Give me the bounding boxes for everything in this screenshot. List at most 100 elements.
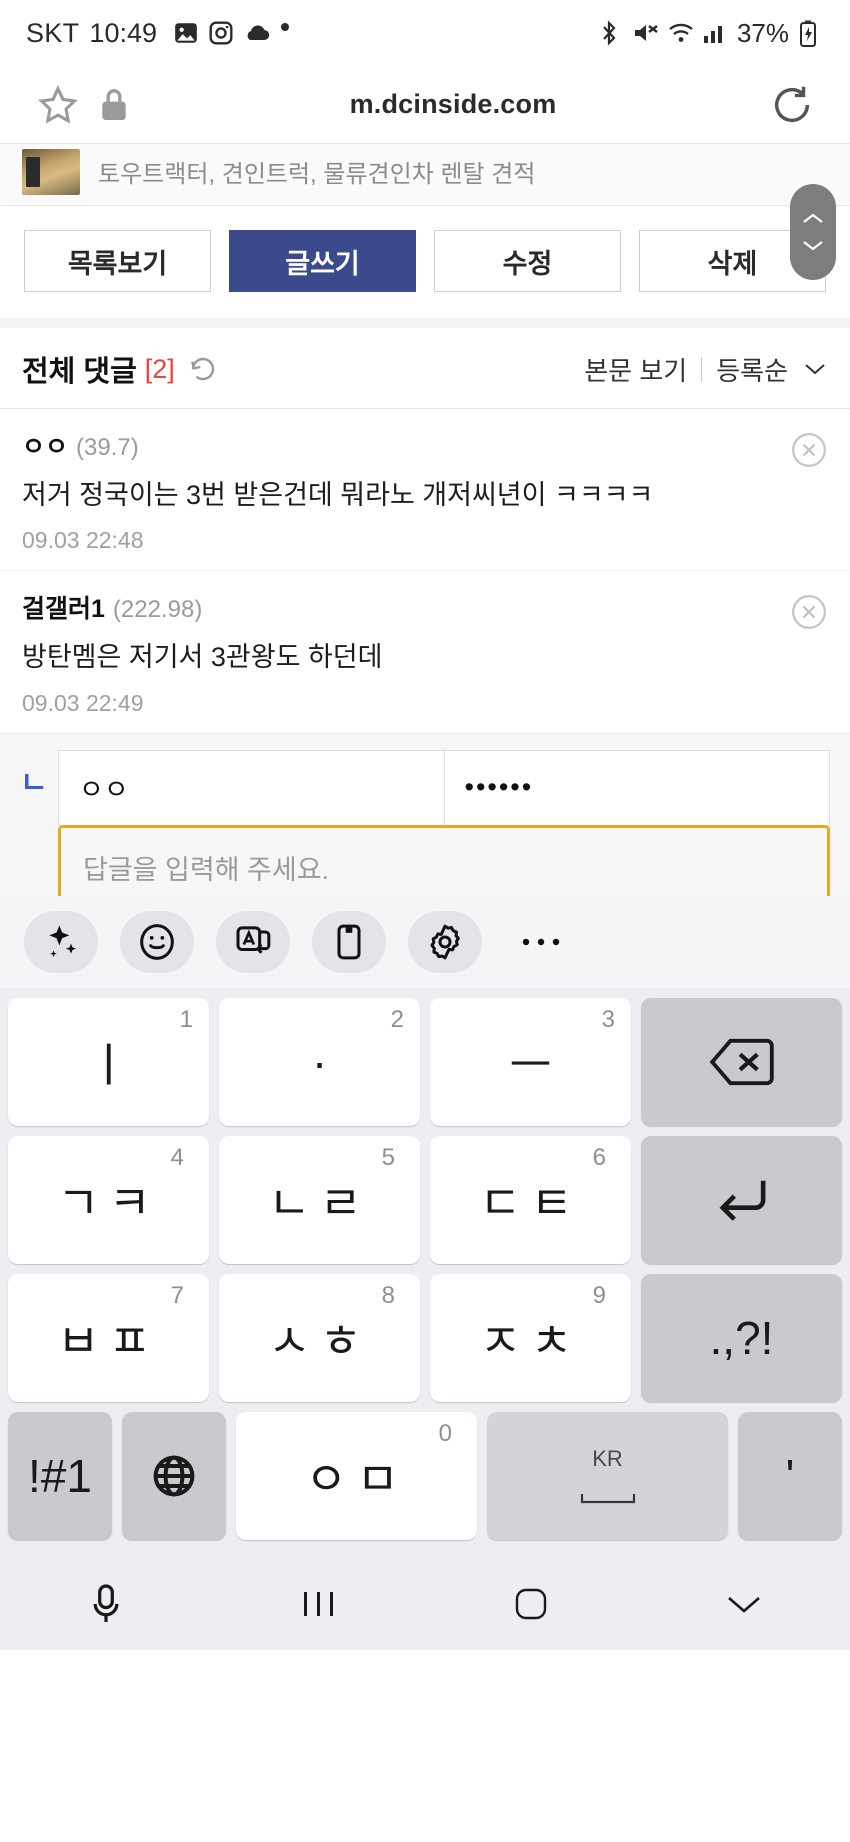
signal-icon	[702, 20, 728, 46]
key-label: ㄴㄹ	[268, 1177, 371, 1229]
comment-ip: (39.7)	[76, 434, 139, 461]
key-nieun-rieul[interactable]: 5 ㄴㄹ	[219, 1136, 420, 1264]
key-number: 2	[390, 1006, 404, 1033]
list-view-button[interactable]: 목록보기	[24, 230, 211, 292]
space-key-language-label: KR	[592, 1446, 623, 1471]
reload-icon[interactable]	[764, 77, 820, 133]
divider	[701, 357, 703, 381]
sort-order-label[interactable]: 등록순	[716, 351, 788, 388]
bluetooth-icon	[597, 20, 623, 46]
comment-item[interactable]: ㅇㅇ (39.7) 저거 정국이는 3번 받은건데 뭐라노 개저씨년이 ㅋㅋㅋㅋ …	[0, 409, 850, 572]
globe-icon[interactable]	[122, 1412, 226, 1540]
key-number: 7	[170, 1282, 193, 1309]
key-apostrophe[interactable]: '	[738, 1412, 842, 1540]
phone-screen: SKT 10:49 37% m.dcinside.com 토우트랙터, 견인트럭…	[0, 0, 850, 1842]
key-label: ㅅㅎ	[268, 1315, 371, 1367]
key-number: 1	[179, 1006, 193, 1033]
key-jieut-chieut[interactable]: 9 ㅈㅊ	[430, 1274, 631, 1402]
webview[interactable]: 토우트랙터, 견인트럭, 물류견인차 렌탈 견적 목록보기 글쓰기 수정 삭제 …	[0, 144, 850, 896]
edit-post-button[interactable]: 수정	[434, 230, 621, 292]
nickname-input[interactable]: ㅇㅇ	[59, 751, 444, 825]
key-number: 0	[438, 1420, 461, 1447]
microphone-icon[interactable]	[0, 1582, 213, 1626]
key-number: 8	[381, 1282, 404, 1309]
post-action-buttons: 목록보기 글쓰기 수정 삭제	[0, 206, 850, 328]
home-icon[interactable]	[425, 1584, 638, 1624]
sparkle-ai-icon[interactable]	[24, 911, 98, 973]
space-key[interactable]: KR	[487, 1412, 728, 1540]
key-giyeok-kieuk[interactable]: 4 ㄱㅋ	[8, 1136, 209, 1264]
url-text[interactable]: m.dcinside.com	[142, 89, 764, 120]
scroll-jump-widget[interactable]	[790, 184, 836, 280]
key-number: 3	[601, 1006, 615, 1033]
view-original-post-link[interactable]: 본문 보기	[584, 351, 687, 388]
clipboard-icon[interactable]	[312, 911, 386, 973]
keyboard-toolbar	[0, 896, 850, 988]
close-circle-icon[interactable]	[790, 431, 828, 469]
key-vowel-eu[interactable]: 3 ㅡ	[430, 998, 631, 1126]
photo-icon	[173, 20, 199, 46]
more-dots-icon[interactable]	[504, 911, 578, 973]
key-digeut-tieut[interactable]: 6 ㄷㅌ	[430, 1136, 631, 1264]
reply-form[interactable]: ㄴ ㅇㅇ •••••• 답글을 입력해 주세요.	[0, 733, 850, 896]
ad-banner[interactable]: 토우트랙터, 견인트럭, 물류견인차 렌탈 견적	[0, 144, 850, 206]
chevron-down-icon[interactable]	[802, 361, 828, 377]
keyboard-row-2: 4 ㄱㅋ 5 ㄴㄹ 6 ㄷㅌ	[8, 1136, 842, 1264]
close-circle-icon[interactable]	[790, 593, 828, 631]
comment-date: 09.03 22:49	[22, 689, 144, 716]
key-label: ·	[311, 1036, 328, 1088]
lock-icon	[86, 77, 142, 133]
battery-label: 37%	[736, 17, 789, 48]
status-bar-left: SKT 10:49	[26, 18, 304, 49]
key-ieung-mieum[interactable]: 0 ㅇㅁ	[236, 1412, 477, 1540]
key-symbols-toggle[interactable]: !#1	[8, 1412, 112, 1540]
key-label: ㅡ	[509, 1039, 552, 1091]
recents-icon[interactable]	[213, 1587, 426, 1621]
reply-credentials-row: ㅇㅇ ••••••	[58, 749, 830, 826]
refresh-icon[interactable]	[187, 353, 219, 385]
password-input[interactable]: ••••••	[443, 750, 830, 825]
key-label: ㄷㅌ	[479, 1177, 582, 1229]
status-bar-right: 37%	[597, 18, 824, 49]
key-vowel-i[interactable]: 1 ㅣ	[8, 998, 209, 1126]
key-label: ㅂㅍ	[57, 1315, 160, 1367]
notification-icons	[173, 20, 304, 46]
key-number: 6	[592, 1144, 615, 1171]
comment-date: 09.03 22:48	[22, 527, 144, 554]
comments-header: 전체 댓글 [2] 본문 보기 등록순	[0, 328, 850, 409]
chevron-up-icon[interactable]	[800, 211, 826, 227]
key-label: ㅣ	[87, 1039, 130, 1091]
key-label: ㅇㅁ	[305, 1453, 408, 1505]
key-vowel-dot[interactable]: 2 ·	[219, 998, 420, 1126]
key-siot-hieut[interactable]: 8 ㅅㅎ	[219, 1274, 420, 1402]
key-number: 9	[592, 1282, 615, 1309]
reply-fields: ㅇㅇ •••••• 답글을 입력해 주세요.	[58, 749, 830, 896]
mute-icon	[632, 20, 658, 46]
keyboard-row-1: 1 ㅣ 2 · 3 ㅡ	[8, 998, 842, 1126]
reply-textarea[interactable]: 답글을 입력해 주세요.	[58, 824, 830, 896]
comment-author[interactable]: ㅇㅇ	[22, 433, 68, 461]
browser-url-bar[interactable]: m.dcinside.com	[0, 66, 850, 144]
chevron-down-icon[interactable]	[638, 1590, 850, 1618]
enter-icon[interactable]	[641, 1136, 842, 1264]
key-label: ㄱㅋ	[57, 1177, 160, 1229]
bookmark-star-icon[interactable]	[30, 77, 86, 133]
clock-label: 10:49	[89, 17, 157, 48]
key-label: ㅈㅊ	[479, 1315, 582, 1367]
chevron-down-icon[interactable]	[800, 237, 826, 253]
reply-form-inner: ㄴ ㅇㅇ •••••• 답글을 입력해 주세요.	[20, 749, 830, 896]
emoji-smiley-icon[interactable]	[120, 911, 194, 973]
write-post-button[interactable]: 글쓰기	[229, 230, 416, 292]
key-punctuation[interactable]: .,?!	[641, 1274, 842, 1402]
settings-gear-icon[interactable]	[408, 911, 482, 973]
keyboard-key-rows: 1 ㅣ 2 · 3 ㅡ 4 ㄱㅋ 5 ㄴㄹ 6 ㄷㅌ 7 ㅂㅍ 8 ㅅㅎ 9 ㅈ…	[0, 988, 850, 1558]
backspace-icon[interactable]	[641, 998, 842, 1126]
translate-icon[interactable]	[216, 911, 290, 973]
comment-author[interactable]: 걸갤러	[22, 595, 91, 623]
cloud-icon	[243, 20, 270, 46]
key-bieup-pieup[interactable]: 7 ㅂㅍ	[8, 1274, 209, 1402]
ad-text[interactable]: 토우트랙터, 견인트럭, 물류견인차 렌탈 견적	[98, 154, 535, 189]
android-nav-bar	[0, 1558, 850, 1650]
comment-item[interactable]: 걸갤러1 (222.98) 방탄멤은 저기서 3관왕도 하던데 09.03 22:…	[0, 571, 850, 734]
carrier-label: SKT	[26, 17, 80, 48]
